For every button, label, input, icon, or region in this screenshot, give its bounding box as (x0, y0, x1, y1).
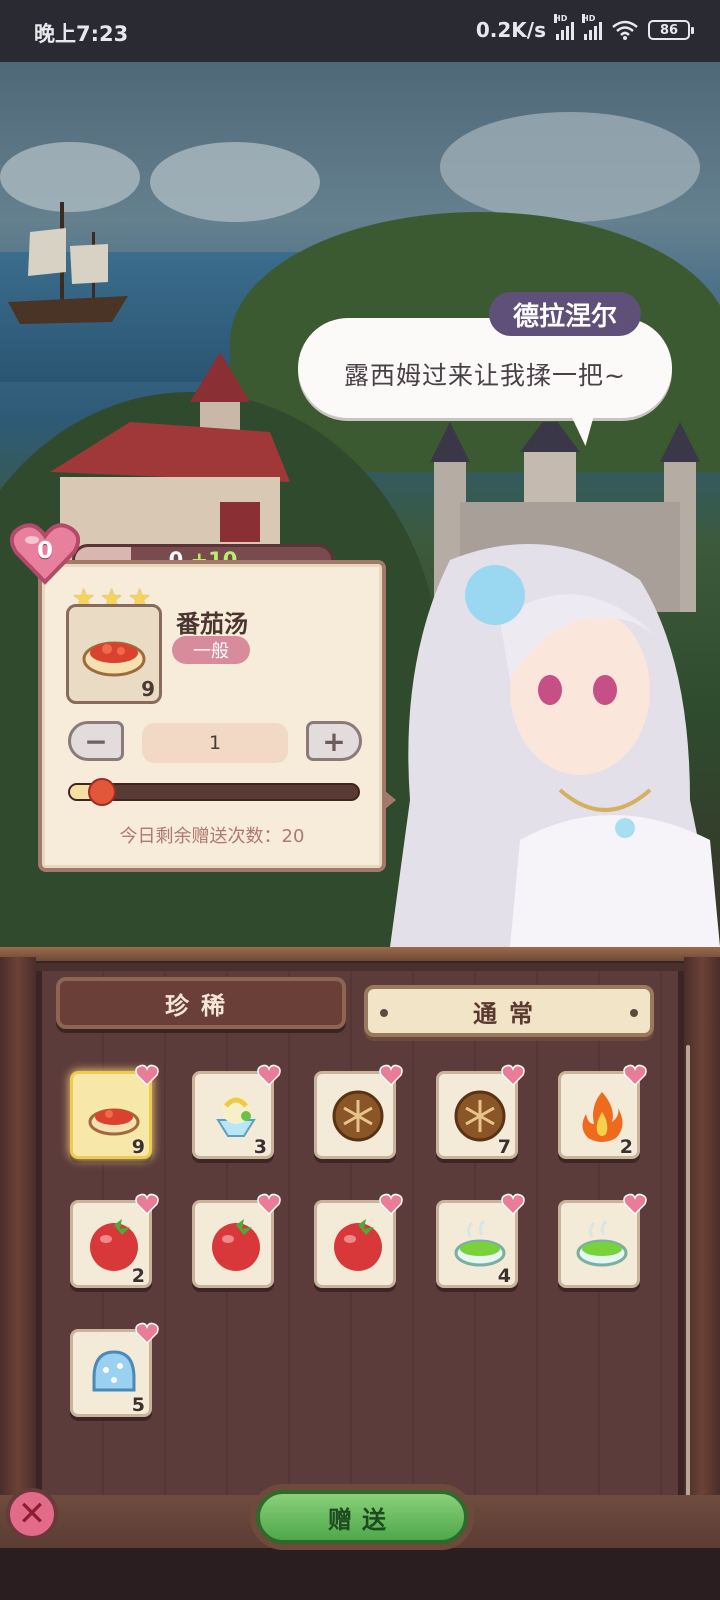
tab-normal-label: 通常 (473, 999, 545, 1028)
ship-illustration (8, 202, 128, 324)
battery-icon: 86 (648, 20, 694, 40)
item-count: 2 (619, 1136, 633, 1158)
affection-heart-icon (501, 1064, 525, 1086)
status-bar: 晚上7:23 0.2K/s HD HD 86 (0, 0, 720, 62)
affection-heart-icon (379, 1064, 403, 1086)
remaining-gifts-label: 今日剩余赠送次数：20 (119, 826, 305, 847)
dialogue-text: 露西姆过来让我揉一把~ (344, 361, 626, 390)
plus-icon: + (322, 724, 346, 758)
affection-heart-icon (135, 1322, 159, 1344)
item-count: 2 (131, 1265, 145, 1287)
affection-heart-icon (379, 1193, 403, 1215)
church-illustration (50, 352, 290, 567)
inventory-item-slot[interactable] (314, 1193, 403, 1288)
affection-level: 0 (36, 538, 53, 564)
item-count: 4 (497, 1265, 511, 1287)
status-time: 晚上7:23 (34, 22, 129, 46)
bread-icon (332, 1090, 384, 1142)
item-count: 3 (253, 1136, 267, 1158)
item-count: 7 (497, 1136, 511, 1158)
send-gift-button[interactable]: 赠送 (256, 1490, 468, 1544)
rarity-badge: 一般 (172, 636, 250, 664)
item-name: 番茄汤 (176, 610, 248, 638)
quantity-slider-thumb[interactable] (87, 778, 116, 806)
close-icon: ✕ (17, 1494, 47, 1534)
item-count: 5 (131, 1394, 145, 1416)
wifi-icon (612, 20, 638, 40)
speaker-name-tag: 德拉涅尔 (489, 292, 641, 336)
gift-detail-panel: ★ ★ ★ 9 番茄汤 一般 − 1 + 今日剩余赠送次数：20 (38, 560, 396, 872)
status-indicators: 0.2K/s HD HD 86 (475, 14, 694, 42)
tab-rare[interactable]: 珍稀 (56, 977, 346, 1029)
selected-item-count: 9 (141, 677, 155, 701)
affection-heart-icon (135, 1193, 159, 1215)
affection-heart-icon (257, 1064, 281, 1086)
inventory-item-slot[interactable]: 7 (436, 1064, 525, 1159)
scrollbar[interactable] (686, 1045, 690, 1505)
signal-icon: HD (554, 14, 574, 40)
green-soup-icon (576, 1219, 628, 1267)
quantity-slider[interactable] (68, 778, 360, 806)
inventory-item-slot[interactable]: 3 (192, 1064, 281, 1159)
tab-normal[interactable]: 通常 (364, 985, 654, 1037)
item-count: 9 (131, 1136, 145, 1158)
network-speed: 0.2K/s (475, 18, 546, 42)
affection-heart-icon (257, 1193, 281, 1215)
inventory-item-slot[interactable] (558, 1193, 647, 1288)
inventory-item-slot[interactable]: 2 (558, 1064, 647, 1159)
increase-quantity-button[interactable]: + (306, 721, 362, 761)
decrease-quantity-button[interactable]: − (68, 721, 124, 761)
inventory-item-slot[interactable]: 5 (70, 1322, 159, 1417)
minus-icon: − (84, 724, 108, 758)
quantity-field[interactable]: 1 (142, 723, 288, 763)
signal-icon: HD (582, 14, 602, 40)
tomato-icon (334, 1219, 382, 1271)
inventory-item-slot[interactable] (314, 1064, 403, 1159)
affection-heart-icon (135, 1064, 159, 1086)
inventory-item-slot[interactable] (192, 1193, 281, 1288)
close-button[interactable]: ✕ (6, 1488, 58, 1540)
selected-item-frame: 9 (66, 604, 162, 704)
inventory-item-slot[interactable]: 9 (70, 1064, 159, 1159)
character-portrait (390, 544, 720, 947)
inventory-item-slot[interactable]: 2 (70, 1193, 159, 1288)
inventory-item-slot[interactable]: 4 (436, 1193, 525, 1288)
tomato-icon (212, 1219, 260, 1271)
affection-heart-icon (623, 1193, 647, 1215)
affection-heart-icon (623, 1064, 647, 1086)
affection-heart-icon (501, 1193, 525, 1215)
